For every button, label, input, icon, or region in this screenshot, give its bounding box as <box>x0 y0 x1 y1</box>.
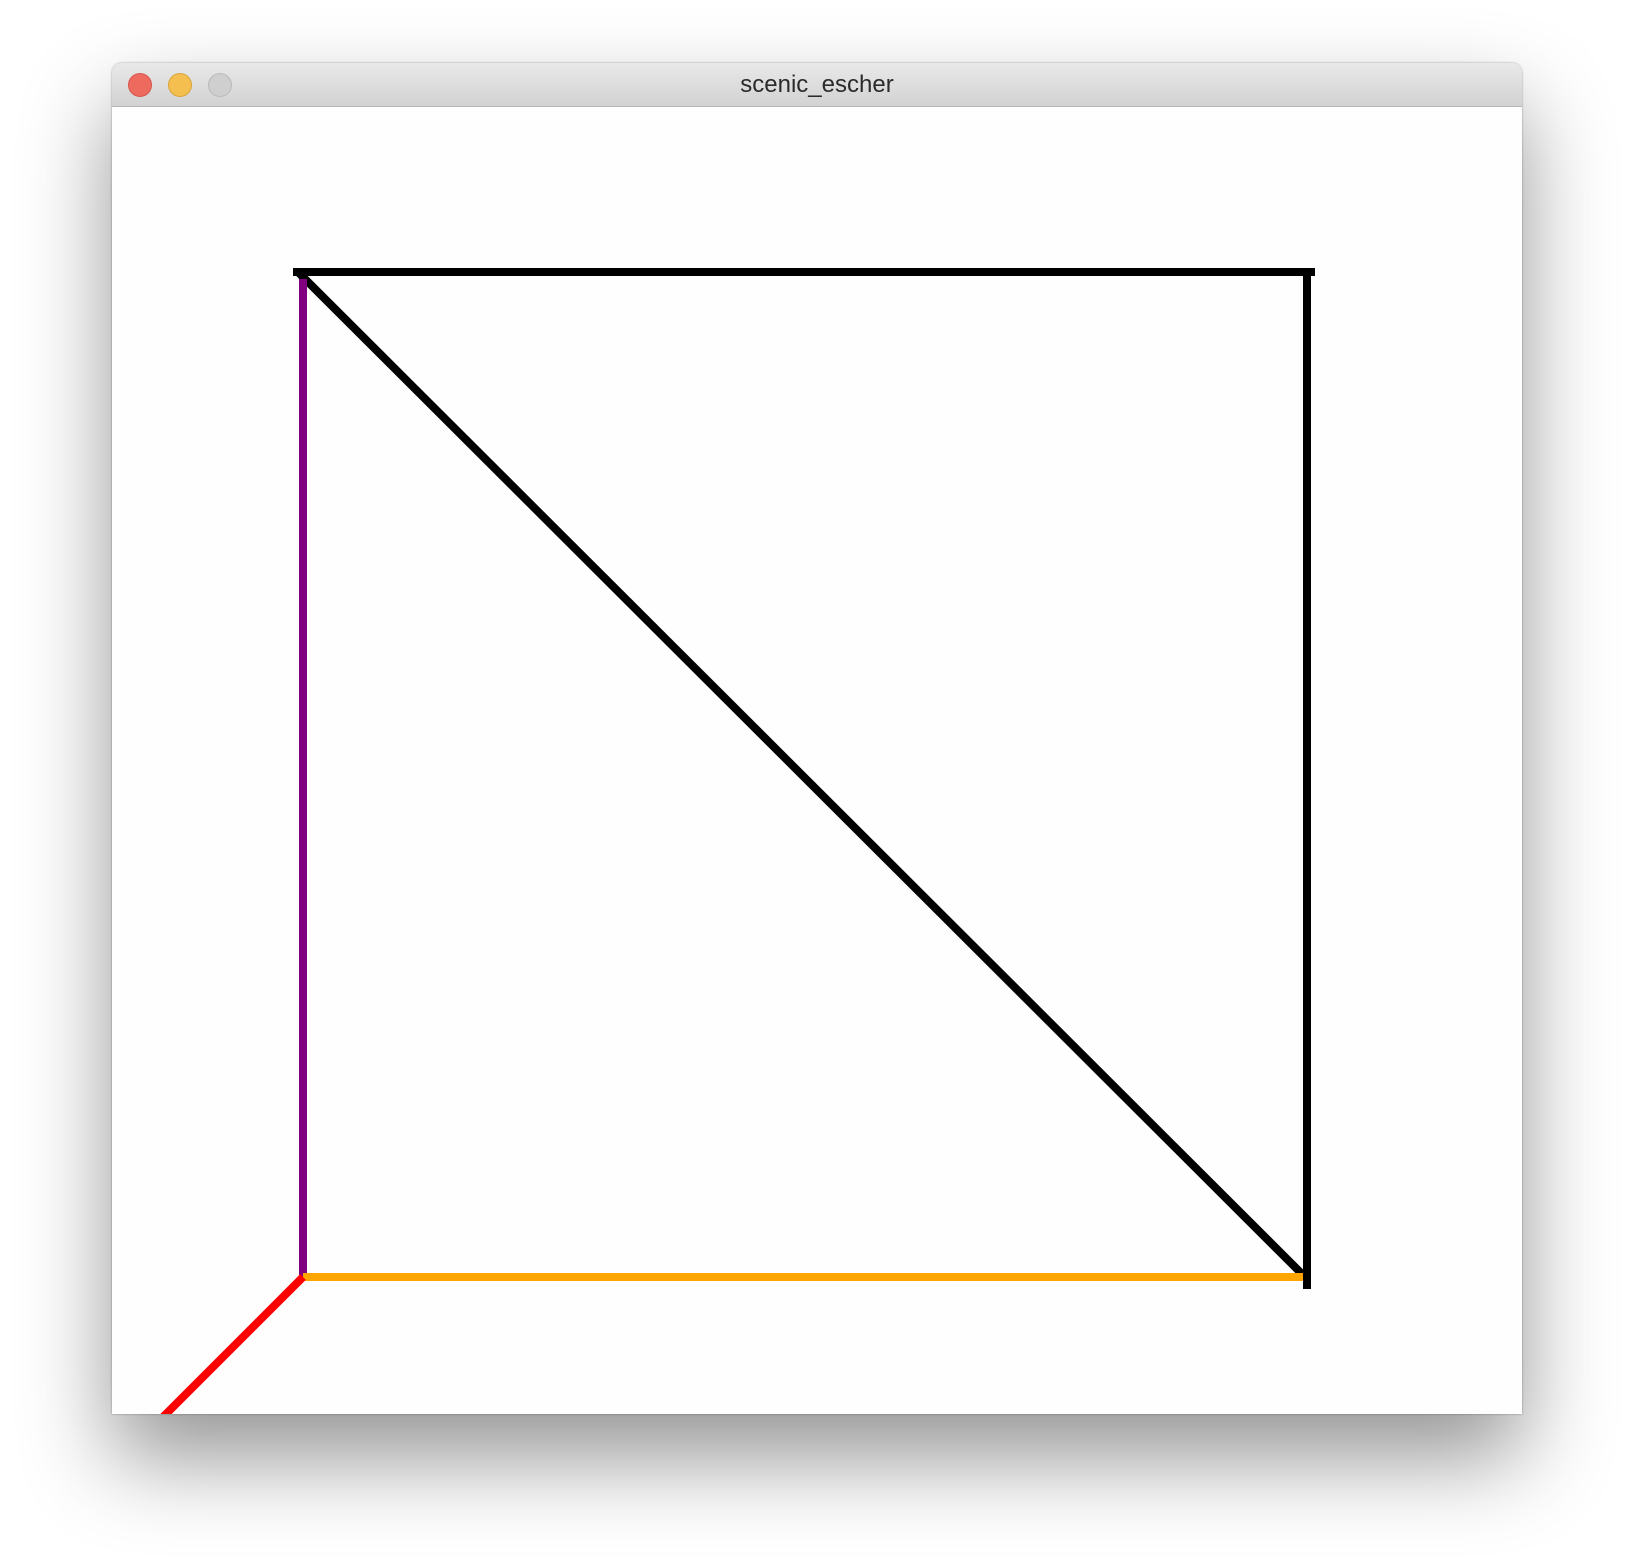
line-red-stub <box>160 1274 306 1414</box>
drawing-svg <box>160 268 1315 1414</box>
title-bar[interactable]: scenic_escher <box>112 63 1522 107</box>
line-diagonal <box>295 269 1310 1282</box>
drawing-canvas <box>112 107 1522 1414</box>
window-title: scenic_escher <box>740 71 894 98</box>
app-window: scenic_escher <box>112 63 1522 1414</box>
